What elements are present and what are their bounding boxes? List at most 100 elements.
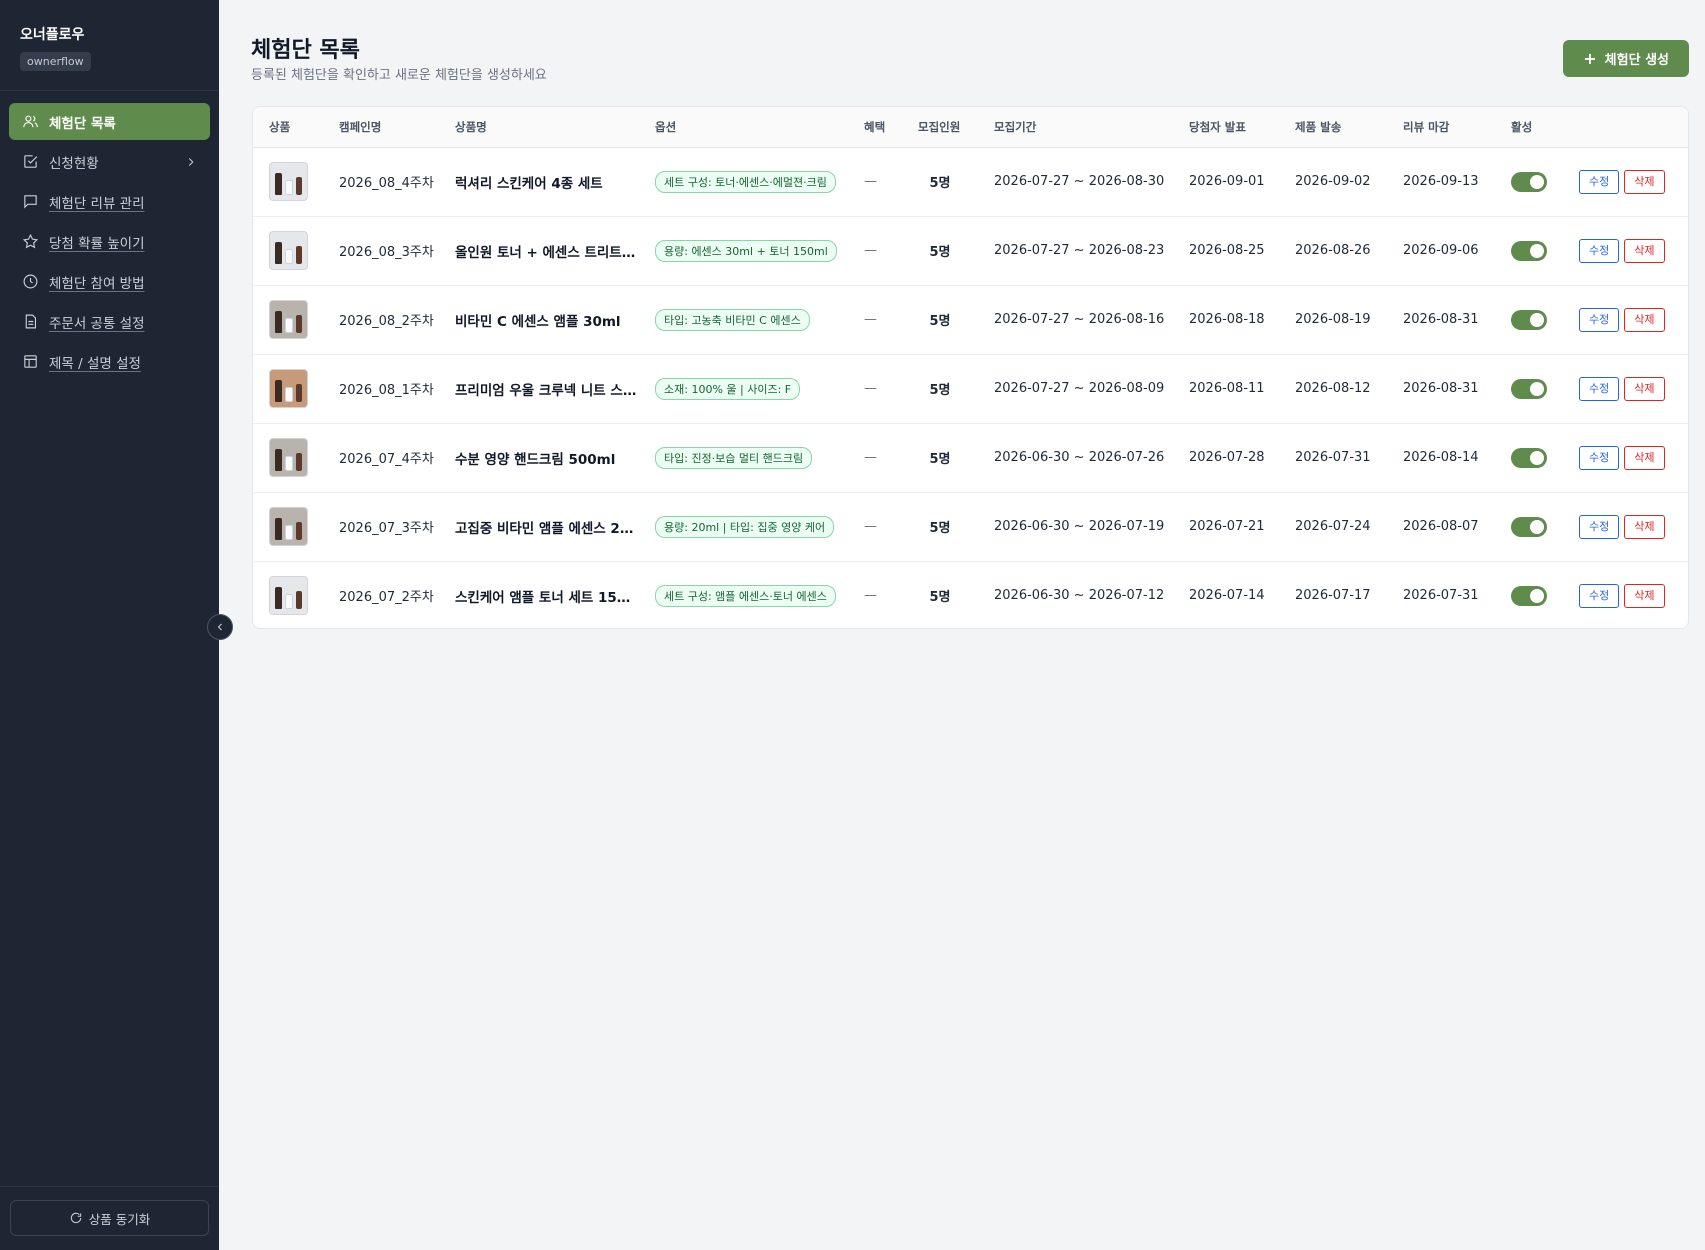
table-row: 2026_07_2주차 스킨케어 앰플 토너 세트 150ml 세트 구성: 앰… (253, 561, 1688, 628)
product-thumb-cell (253, 492, 323, 562)
sidebar-item-how-to-join[interactable]: 체험단 참여 방법 (9, 263, 210, 300)
option-cell: 용량: 20ml | 타입: 집중 영양 케어 (639, 492, 848, 562)
chat-icon (21, 193, 39, 211)
edit-button[interactable]: 수정 (1579, 238, 1620, 263)
edit-button[interactable]: 수정 (1579, 307, 1620, 332)
product-thumb-cell (253, 147, 323, 217)
active-toggle[interactable] (1511, 378, 1547, 399)
recruit-period: 2026-07-27 ~ 2026-08-09 (978, 354, 1173, 424)
campaign-table-card: 상품 캠페인명 상품명 옵션 혜택 모집인원 모집기간 당첨자 발표 제품 발송… (252, 106, 1689, 629)
announce-date: 2026-07-21 (1173, 492, 1279, 562)
option-cell: 세트 구성: 토너·에센스·에멀젼·크림 (639, 147, 848, 217)
sidebar-item-label: 체험단 목록 (49, 115, 116, 132)
ship-date: 2026-08-26 (1279, 216, 1387, 286)
recruit-period: 2026-06-30 ~ 2026-07-12 (994, 588, 1165, 604)
sync-area: 상품 동기화 (0, 1186, 219, 1250)
sidebar-item-campaign-list[interactable]: 체험단 목록 (9, 103, 210, 140)
product-thumb-cell (253, 561, 323, 628)
recruit-count: 5명 (902, 147, 978, 217)
product-thumbnail[interactable] (269, 576, 308, 616)
edit-button[interactable]: 수정 (1579, 445, 1620, 470)
actions-cell: 수정 삭제 (1563, 285, 1688, 355)
delete-button[interactable]: 삭제 (1624, 376, 1665, 401)
product-name[interactable]: 비타민 C 에센스 앰플 30ml (439, 285, 639, 355)
product-thumbnail[interactable] (269, 369, 308, 408)
active-cell (1495, 354, 1563, 424)
star-icon (21, 233, 39, 251)
actions-cell: 수정 삭제 (1563, 561, 1688, 628)
sidebar-item-applications[interactable]: 신청현황 (9, 143, 210, 180)
recruit-count: 5명 (929, 590, 951, 606)
recruit-count: 5명 (902, 354, 978, 424)
product-thumb-cell (253, 285, 323, 355)
edit-button[interactable]: 수정 (1579, 514, 1620, 539)
delete-button[interactable]: 삭제 (1624, 307, 1665, 332)
active-toggle[interactable] (1511, 447, 1547, 468)
table-header-row: 상품 캠페인명 상품명 옵션 혜택 모집인원 모집기간 당첨자 발표 제품 발송… (253, 107, 1688, 148)
review-deadline: 2026-07-31 (1403, 588, 1479, 604)
sidebar-collapse-button[interactable] (207, 614, 233, 640)
sidebar-nav: 체험단 목록 신청현황 체험단 리뷰 관리 당첨 확률 높이기 체험단 참여 방… (0, 91, 219, 395)
active-toggle[interactable] (1511, 585, 1547, 606)
benefit: — (848, 147, 902, 217)
product-name[interactable]: 올인원 토너 + 에센스 트리트먼트 세트 (439, 216, 639, 286)
announce-date: 2026-09-01 (1173, 147, 1279, 217)
product-name[interactable]: 수분 영양 핸드크림 500ml (439, 423, 639, 493)
table-row: 2026_08_2주차 비타민 C 에센스 앰플 30ml 타입: 고농축 비타… (253, 285, 1688, 355)
delete-button[interactable]: 삭제 (1624, 445, 1665, 470)
delete-button[interactable]: 삭제 (1624, 514, 1665, 539)
layout-icon (21, 353, 39, 371)
delete-button[interactable]: 삭제 (1624, 169, 1665, 194)
active-toggle[interactable] (1511, 171, 1547, 192)
delete-button[interactable]: 삭제 (1624, 238, 1665, 263)
checkbox-icon (21, 153, 39, 171)
active-toggle[interactable] (1511, 516, 1547, 537)
review-deadline: 2026-08-07 (1387, 492, 1495, 562)
product-thumb-cell (253, 354, 323, 424)
active-toggle[interactable] (1511, 309, 1547, 330)
column-header: 모집인원 (902, 107, 978, 148)
option-cell: 세트 구성: 앰플 에센스·토너 에센스 (639, 561, 848, 628)
page-title: 체험단 목록 (251, 38, 360, 63)
actions-cell: 수정 삭제 (1563, 216, 1688, 286)
create-campaign-button[interactable]: + 체험단 생성 (1563, 40, 1689, 77)
review-deadline: 2026-08-14 (1387, 423, 1495, 493)
announce-date: 2026-08-18 (1173, 285, 1279, 355)
product-thumbnail[interactable] (269, 438, 308, 477)
product-thumbnail[interactable] (269, 300, 308, 339)
sync-products-button[interactable]: 상품 동기화 (10, 1200, 209, 1236)
sidebar-item-order-settings[interactable]: 주문서 공통 설정 (9, 303, 210, 340)
table-row: 2026_08_4주차 럭셔리 스킨케어 4종 세트 세트 구성: 토너·에센스… (253, 147, 1688, 217)
product-thumbnail[interactable] (269, 507, 308, 546)
sidebar-item-title-settings[interactable]: 제목 / 설명 설정 (9, 343, 210, 380)
edit-button[interactable]: 수정 (1579, 376, 1620, 401)
edit-button[interactable]: 수정 (1579, 583, 1620, 608)
ship-date: 2026-09-02 (1279, 147, 1387, 217)
review-deadline: 2026-09-06 (1387, 216, 1495, 286)
delete-button[interactable]: 삭제 (1624, 583, 1665, 608)
main-content: 체험단 목록 등록된 체험단을 확인하고 새로운 체험단을 생성하세요 + 체험… (219, 0, 1705, 1250)
sidebar-item-review-management[interactable]: 체험단 리뷰 관리 (9, 183, 210, 220)
active-cell (1495, 492, 1563, 562)
product-name[interactable]: 스킨케어 앰플 토너 세트 150ml (439, 561, 639, 628)
product-thumb-cell (253, 216, 323, 286)
recruit-count: 5명 (902, 216, 978, 286)
product-name[interactable]: 고집중 비타민 앰플 에센스 20ml (439, 492, 639, 562)
product-name[interactable]: 럭셔리 스킨케어 4종 세트 (439, 147, 639, 217)
sidebar-item-label: 체험단 리뷰 관리 (49, 195, 145, 212)
column-header: 상품 (253, 107, 323, 148)
actions-cell: 수정 삭제 (1563, 423, 1688, 493)
product-name[interactable]: 프리미엄 우울 크루넥 니트 스웨터 (439, 354, 639, 424)
product-thumbnail[interactable] (269, 231, 308, 270)
sidebar-item-win-chance[interactable]: 당첨 확률 높이기 (9, 223, 210, 260)
campaign-table: 상품 캠페인명 상품명 옵션 혜택 모집인원 모집기간 당첨자 발표 제품 발송… (253, 107, 1688, 628)
active-toggle[interactable] (1511, 240, 1547, 261)
users-icon (21, 113, 39, 131)
table-row: 2026_08_1주차 프리미엄 우울 크루넥 니트 스웨터 소재: 100% … (253, 354, 1688, 424)
option-tag: 세트 구성: 앰플 에센스·토너 에센스 (655, 584, 836, 607)
actions-cell: 수정 삭제 (1563, 354, 1688, 424)
product-thumbnail[interactable] (269, 162, 308, 201)
sidebar-item-label: 신청현황 (49, 155, 99, 172)
edit-button[interactable]: 수정 (1579, 169, 1620, 194)
table-row: 2026_07_3주차 고집중 비타민 앰플 에센스 20ml 용량: 20ml… (253, 492, 1688, 562)
